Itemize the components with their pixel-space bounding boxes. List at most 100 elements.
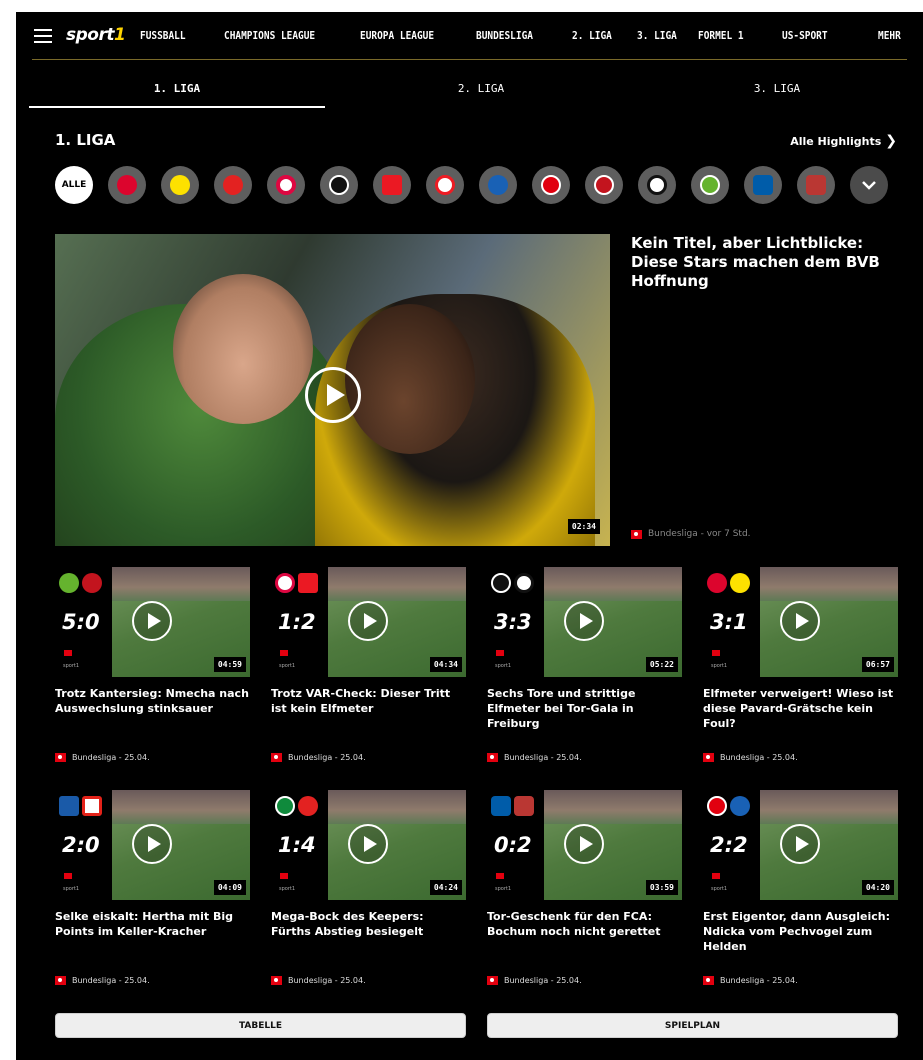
team-filter-dortmund[interactable]: [161, 166, 199, 204]
video-meta: Bundesliga - 25.04.: [271, 753, 366, 762]
match-score: 1:2: [278, 610, 316, 634]
menu-icon[interactable]: [34, 29, 52, 43]
fc-augsburg-logo-icon: [806, 175, 826, 195]
match-score: 1:4: [278, 833, 316, 857]
play-icon[interactable]: [348, 824, 388, 864]
video-card[interactable]: 1:4 sport1 04:24 Mega-Bock des Keepers: …: [271, 790, 466, 985]
video-meta: Bundesliga - 25.04.: [487, 976, 582, 985]
team-filter-all[interactable]: ALLE: [55, 166, 93, 204]
video-title[interactable]: Trotz Kantersieg: Nmecha nach Auswechslu…: [55, 686, 250, 746]
nav-item-bundesliga[interactable]: BUNDESLIGA: [476, 29, 533, 42]
stuttgart-logo-icon: [82, 796, 102, 816]
video-title[interactable]: Trotz VAR-Check: Dieser Tritt ist kein E…: [271, 686, 466, 746]
video-thumbnail[interactable]: 2:2 sport1 04:20: [703, 790, 898, 900]
play-icon[interactable]: [348, 601, 388, 641]
video-thumbnail[interactable]: 1:2 sport1 04:34: [271, 567, 466, 677]
video-thumbnail[interactable]: 2:0 sport1 04:09: [55, 790, 250, 900]
team-filter-bayern[interactable]: [108, 166, 146, 204]
nav-item-3-liga[interactable]: 3. LIGA: [637, 29, 677, 42]
frankfurt-logo-icon: [707, 796, 727, 816]
bundesliga-mini-icon: [496, 650, 504, 656]
team-filter-union[interactable]: [373, 166, 411, 204]
match-team-logos: [59, 796, 102, 816]
match-score: 2:0: [62, 833, 100, 857]
bayer-leverkusen-logo-icon: [223, 175, 243, 195]
video-thumbnail[interactable]: 3:3 sport1 05:22: [487, 567, 682, 677]
team-filter-hoffenheim[interactable]: [479, 166, 517, 204]
nav-item-champions-league[interactable]: CHAMPIONS LEAGUE: [224, 29, 315, 42]
match-score: 3:3: [494, 610, 532, 634]
sport1-logo[interactable]: sport1: [66, 25, 126, 45]
team-filter-gladbach[interactable]: [638, 166, 676, 204]
video-title[interactable]: Sechs Tore und strittige Elfmeter bei To…: [487, 686, 682, 746]
video-card[interactable]: 1:2 sport1 04:34 Trotz VAR-Check: Dieser…: [271, 567, 466, 762]
nav-item-mehr[interactable]: MEHR: [878, 29, 901, 42]
bundesliga-icon: [487, 976, 498, 985]
team-filter-freiburg[interactable]: [320, 166, 358, 204]
video-title[interactable]: Tor-Geschenk für den FCA: Bochum noch ni…: [487, 909, 682, 969]
play-icon[interactable]: [780, 824, 820, 864]
video-title[interactable]: Mega-Bock des Keepers: Fürths Abstieg be…: [271, 909, 466, 969]
video-thumbnail[interactable]: 3:1 sport1 06:57: [703, 567, 898, 677]
team-filter-frankfurt[interactable]: [532, 166, 570, 204]
nav-item-fussball[interactable]: FUSSBALL: [140, 29, 186, 42]
team-filter-leverkusen[interactable]: [214, 166, 252, 204]
tab-1-liga[interactable]: 1. LIGA: [29, 72, 325, 106]
team-filter-more[interactable]: [850, 166, 888, 204]
tab-3-liga[interactable]: 3. LIGA: [631, 72, 923, 106]
team-filter-bochum[interactable]: [744, 166, 782, 204]
match-score: 2:2: [710, 833, 748, 857]
bundesliga-mini-icon: [712, 873, 720, 879]
video-thumbnail[interactable]: 1:4 sport1 04:24: [271, 790, 466, 900]
bundesliga-mini-icon: [280, 873, 288, 879]
team-filter-wolfsburg[interactable]: [691, 166, 729, 204]
fuerth-logo-icon: [275, 796, 295, 816]
video-meta: Bundesliga - 25.04.: [487, 753, 582, 762]
bundesliga-icon: [703, 976, 714, 985]
play-icon[interactable]: [305, 367, 361, 423]
bundesliga-icon: [487, 753, 498, 762]
video-duration: 03:59: [645, 880, 678, 895]
match-team-logos: [707, 796, 750, 816]
augsburg-logo-icon: [514, 796, 534, 816]
play-icon[interactable]: [564, 601, 604, 641]
team-filter-koeln[interactable]: [426, 166, 464, 204]
borussia-dortmund-logo-icon: [170, 175, 190, 195]
hero-video-thumbnail[interactable]: 02:34: [55, 234, 610, 546]
video-card[interactable]: 2:0 sport1 04:09 Selke eiskalt: Hertha m…: [55, 790, 250, 985]
team-filter-mainz[interactable]: [585, 166, 623, 204]
video-card[interactable]: 2:2 sport1 04:20 Erst Eigentor, dann Aus…: [703, 790, 898, 985]
play-icon[interactable]: [132, 824, 172, 864]
nav-item-us-sport[interactable]: US-SPORT: [782, 29, 828, 42]
eintracht-frankfurt-logo-icon: [541, 175, 561, 195]
video-card[interactable]: 3:3 sport1 05:22 Sechs Tore und strittig…: [487, 567, 682, 762]
video-thumbnail[interactable]: 0:2 sport1 03:59: [487, 790, 682, 900]
nav-item-formel-1[interactable]: FORMEL 1: [698, 29, 744, 42]
play-icon[interactable]: [564, 824, 604, 864]
nav-item-2-liga[interactable]: 2. LIGA: [572, 29, 612, 42]
team-filter-augsburg[interactable]: [797, 166, 835, 204]
schedule-button[interactable]: SPIELPLAN: [487, 1013, 898, 1038]
all-highlights-link[interactable]: Alle Highlights ❯: [790, 133, 897, 149]
wolfsburg-logo-icon: [59, 573, 79, 593]
play-icon[interactable]: [780, 601, 820, 641]
mainz-05-logo-icon: [594, 175, 614, 195]
video-title[interactable]: Erst Eigentor, dann Ausgleich: Ndicka vo…: [703, 909, 898, 969]
nav-item-europa-league[interactable]: EUROPA LEAGUE: [360, 29, 434, 42]
tab-2-liga[interactable]: 2. LIGA: [331, 72, 631, 106]
video-duration: 04:59: [213, 657, 246, 672]
team-filter-leipzig[interactable]: [267, 166, 305, 204]
hertha-logo-icon: [59, 796, 79, 816]
video-duration: 06:57: [861, 657, 894, 672]
video-thumbnail[interactable]: 5:0 sport1 04:59: [55, 567, 250, 677]
table-button[interactable]: TABELLE: [55, 1013, 466, 1038]
video-title[interactable]: Elfmeter verweigert! Wieso ist diese Pav…: [703, 686, 898, 746]
play-icon[interactable]: [132, 601, 172, 641]
video-title[interactable]: Selke eiskalt: Hertha mit Big Points im …: [55, 909, 250, 969]
video-card[interactable]: 5:0 sport1 04:59 Trotz Kantersieg: Nmech…: [55, 567, 250, 762]
video-card[interactable]: 3:1 sport1 06:57 Elfmeter verweigert! Wi…: [703, 567, 898, 762]
match-team-logos: [275, 573, 318, 593]
hero-headline[interactable]: Kein Titel, aber Lichtblicke: Diese Star…: [631, 234, 901, 291]
sc-freiburg-logo-icon: [329, 175, 349, 195]
video-card[interactable]: 0:2 sport1 03:59 Tor-Geschenk für den FC…: [487, 790, 682, 985]
